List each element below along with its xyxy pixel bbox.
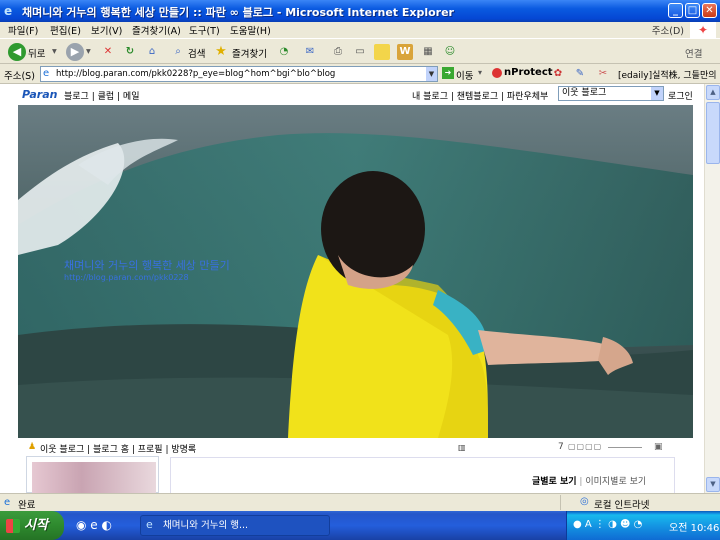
vertical-scrollbar[interactable]: ▲ ▼ xyxy=(704,84,720,493)
menu-file[interactable]: 파일(F) xyxy=(8,23,38,37)
ie-icon: e xyxy=(4,4,13,18)
menu-bar: 파일(F) 편집(E) 보기(V) 즐겨찾기(A) 도구(T) 도움말(H) 주… xyxy=(0,22,720,38)
intranet-icon: ◎ xyxy=(580,496,589,507)
start-label: 시작 xyxy=(24,518,48,533)
scroll-thumb[interactable] xyxy=(706,102,720,164)
address-bar: 주소(S) e http://blog.paran.com/pkk0228?p_… xyxy=(0,64,720,84)
discuss-icon[interactable] xyxy=(374,44,390,60)
w-icon[interactable]: W xyxy=(397,44,413,60)
windows-start-icon xyxy=(6,519,20,533)
paran-logo[interactable]: Paran xyxy=(22,88,57,101)
blog-banner-photo: 채며니와 거누의 행복한 세상 만들기 http://blog.paran.co… xyxy=(18,105,693,438)
blog-url[interactable]: http://blog.paran.com/pkk0228 xyxy=(64,273,189,282)
stop-icon[interactable]: ✕ xyxy=(100,44,116,60)
address-label: 주소(S) xyxy=(4,71,35,82)
search-button-label[interactable]: 검색 xyxy=(188,46,205,60)
menu-view[interactable]: 보기(V) xyxy=(91,23,122,37)
status-bar: e 완료 ◎ 로컬 인트라넷 xyxy=(0,493,720,511)
favorites-button-label[interactable]: 즐겨찾기 xyxy=(232,46,267,60)
view-by-image-link[interactable]: 이미지별로 보기 xyxy=(585,477,646,487)
quick-launch-icons[interactable]: ◉ e ◐ xyxy=(76,518,112,532)
forward-arrow-icon[interactable]: ▶ xyxy=(66,43,84,61)
person-icon: ♟ xyxy=(28,442,37,452)
taskbar-ie-icon: e xyxy=(146,518,153,531)
status-page-icon: e xyxy=(4,497,11,508)
neighbor-select-value: 이웃 블로그 xyxy=(562,88,607,98)
media-controls-icon[interactable]: ▢▢▢▢ xyxy=(568,442,602,451)
clock: 오전 10:46 xyxy=(669,523,720,534)
neighbor-blog-select[interactable]: 이웃 블로그 ▼ xyxy=(558,86,664,101)
tray-icons[interactable]: ● A ⋮ ◑ ☻ ◔ xyxy=(573,519,642,530)
fullscreen-icon[interactable]: ▣ xyxy=(654,442,663,452)
messenger-icon[interactable]: ☺ xyxy=(442,44,458,60)
search-icon[interactable]: ⌕ xyxy=(170,44,186,60)
login-link[interactable]: 로그인 xyxy=(668,89,693,102)
print-icon[interactable]: ⎙ xyxy=(330,44,346,60)
scroll-down-icon[interactable]: ▼ xyxy=(706,477,720,492)
audio-icon[interactable]: ▥ xyxy=(458,443,466,452)
paran-top-bar: Paran 블로그 | 클럽 | 메일 내 블로그 | 챈템블로그 | 파란우체… xyxy=(0,84,704,104)
page-icon: e xyxy=(43,68,50,79)
profile-image[interactable] xyxy=(32,462,156,493)
toolbar: ◀ 뒤로 ▾ ▶ ▾ ✕ ↻ ⌂ ⌕ 검색 ★ 즐겨찾기 ◔ ✉ ⎙ ▭ W ▦… xyxy=(0,38,720,64)
favorites-star-icon[interactable]: ★ xyxy=(213,44,229,60)
menu-edit[interactable]: 편집(E) xyxy=(50,23,81,37)
page-viewport: Paran 블로그 | 클럽 | 메일 내 블로그 | 챈템블로그 | 파란우체… xyxy=(0,84,704,493)
blog-title[interactable]: 채며니와 거누의 행복한 세상 만들기 xyxy=(64,257,230,273)
status-divider xyxy=(560,495,561,510)
maximize-button[interactable]: □ xyxy=(685,3,700,18)
view-options: 글별로 보기 | 이미지별로 보기 xyxy=(532,474,646,487)
security-zone: 로컬 인트라넷 xyxy=(594,500,650,511)
windows-flag-icon: ✦ xyxy=(690,22,716,38)
close-button[interactable]: ✕ xyxy=(702,3,717,18)
go-button-label[interactable]: 이동 xyxy=(456,68,473,82)
taskbar-window-button[interactable]: 채며니와 거누의 행... xyxy=(140,515,330,536)
go-arrow-icon[interactable]: ➜ xyxy=(442,67,454,79)
chevron-down-icon[interactable]: ▼ xyxy=(651,87,663,100)
view-by-post-link[interactable]: 글별로 보기 xyxy=(532,477,577,487)
menu-favorites[interactable]: 즐겨찾기(A) xyxy=(132,23,181,37)
status-text: 완료 xyxy=(18,500,36,511)
minimize-button[interactable]: _ xyxy=(668,3,683,18)
profile-box xyxy=(26,456,159,493)
edaily-news-ticker[interactable]: [edaily]실적株, 그들만의 xyxy=(618,68,717,81)
menu-right-label: 주소(D) xyxy=(651,26,684,37)
address-dropdown-icon[interactable]: ▼ xyxy=(426,67,437,81)
menu-help[interactable]: 도움말(H) xyxy=(230,23,271,37)
history-icon[interactable]: ◔ xyxy=(276,44,292,60)
title-bar: e 채며니와 거누의 행복한 세상 만들기 :: 파란 ∞ 블로그 - Micr… xyxy=(0,0,720,22)
paran-right-links[interactable]: 내 블로그 | 챈템블로그 | 파란우체부 xyxy=(412,89,548,102)
window-title: 채며니와 거누의 행복한 세상 만들기 :: 파란 ∞ 블로그 - Micros… xyxy=(22,6,454,19)
blog-nav-links[interactable]: 이웃 블로그 | 블로그 홈 | 프로필 | 방명록 xyxy=(40,442,196,455)
taskbar: 시작 ◉ e ◐ 채며니와 거누의 행... e ● A ⋮ ◑ ☻ ◔ 오전 … xyxy=(0,511,720,540)
system-tray: ● A ⋮ ◑ ☻ ◔ 오전 10:46 xyxy=(566,511,720,540)
media-icon[interactable]: ▦ xyxy=(420,44,436,60)
back-arrow-icon[interactable]: ◀ xyxy=(8,43,26,61)
back-dropdown-icon[interactable]: ▾ xyxy=(52,46,57,57)
tool-icon[interactable]: ✎ xyxy=(572,66,588,82)
tool2-icon[interactable]: ✂ xyxy=(595,66,611,82)
nprotect-label[interactable]: nProtect xyxy=(504,67,553,78)
scroll-up-icon[interactable]: ▲ xyxy=(706,85,720,100)
go-dropdown-icon[interactable]: ▾ xyxy=(478,68,482,77)
paran-service-links[interactable]: 블로그 | 클럽 | 메일 xyxy=(64,89,139,102)
address-url[interactable]: http://blog.paran.com/pkk0228?p_eye=blog… xyxy=(56,69,335,79)
back-button-label[interactable]: 뒤로 xyxy=(28,46,45,60)
page-counter: 7 xyxy=(558,442,564,452)
menu-tools[interactable]: 도구(T) xyxy=(189,23,220,37)
links-label[interactable]: 연결 xyxy=(685,46,702,60)
refresh-icon[interactable]: ↻ xyxy=(122,44,138,60)
forward-dropdown-icon[interactable]: ▾ xyxy=(86,46,91,57)
toolbar-addon-icon[interactable]: ✿ xyxy=(550,66,566,82)
mail-icon[interactable]: ✉ xyxy=(302,44,318,60)
taskbar-window-title: 채며니와 거누의 행... xyxy=(163,520,249,531)
edit-icon[interactable]: ▭ xyxy=(352,44,368,60)
nprotect-icon xyxy=(492,68,502,78)
home-icon[interactable]: ⌂ xyxy=(144,44,160,60)
volume-slider[interactable] xyxy=(608,447,642,448)
